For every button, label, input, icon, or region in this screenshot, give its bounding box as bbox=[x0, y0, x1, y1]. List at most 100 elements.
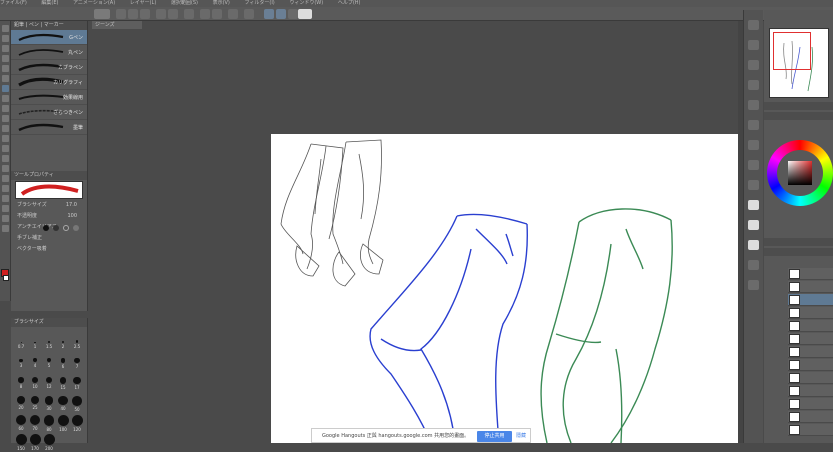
brush-size-cell[interactable]: 2.5 bbox=[70, 339, 84, 353]
text-tool-icon[interactable] bbox=[2, 205, 9, 212]
airbrush-tool-icon[interactable] bbox=[2, 115, 9, 122]
opacity-value[interactable]: 100 bbox=[67, 211, 77, 222]
brush-size-cell[interactable]: 2 bbox=[56, 339, 70, 353]
brush-item-calligraphy[interactable]: カリグラフィ bbox=[11, 75, 87, 90]
layer-icon[interactable] bbox=[748, 280, 759, 290]
eraser-tool-icon[interactable] bbox=[2, 135, 9, 142]
layer-item[interactable] bbox=[788, 320, 833, 332]
approximate-color-icon[interactable] bbox=[748, 220, 759, 230]
decoration-tool-icon[interactable] bbox=[2, 125, 9, 132]
redo-icon[interactable] bbox=[168, 9, 178, 19]
layer-item[interactable] bbox=[788, 398, 833, 410]
app-icon[interactable] bbox=[94, 9, 110, 19]
menu-selection[interactable]: 選択範囲(S) bbox=[171, 0, 198, 7]
brush-size-cell[interactable]: 30 bbox=[42, 396, 56, 410]
layer-item-selected[interactable] bbox=[788, 294, 833, 306]
ruler-tool-icon[interactable] bbox=[2, 195, 9, 202]
layer-item[interactable] bbox=[788, 281, 833, 293]
brush-size-cell[interactable]: 1 bbox=[28, 339, 42, 353]
layer-item[interactable] bbox=[788, 268, 833, 280]
stop-sharing-button[interactable]: 停止共用 bbox=[477, 431, 512, 442]
display-icon[interactable] bbox=[298, 9, 312, 19]
color-wheel[interactable] bbox=[767, 140, 833, 206]
sub-color-swatch[interactable] bbox=[3, 275, 9, 281]
menu-layer[interactable]: レイヤー(L) bbox=[130, 0, 157, 7]
layer-item[interactable] bbox=[788, 359, 833, 371]
gradient-tool-icon[interactable] bbox=[2, 165, 9, 172]
brush-size-cell[interactable]: 0.7 bbox=[14, 339, 28, 353]
navigator-controls[interactable] bbox=[764, 102, 833, 110]
blend-tool-icon[interactable] bbox=[2, 145, 9, 152]
menu-window[interactable]: ウィンドウ(W) bbox=[289, 0, 323, 7]
menu-filter[interactable]: フィルター(I) bbox=[244, 0, 274, 7]
brush-size-value[interactable]: 17.0 bbox=[66, 200, 77, 211]
layer-item[interactable] bbox=[788, 346, 833, 358]
menu-help[interactable]: ヘルプ(H) bbox=[338, 0, 361, 7]
navigator-preview[interactable] bbox=[769, 28, 829, 98]
hide-button[interactable]: 隱藏 bbox=[516, 431, 526, 442]
brush-size-cell[interactable]: 70 bbox=[28, 415, 42, 431]
history-icon[interactable] bbox=[748, 100, 759, 110]
brush-size-cell[interactable]: 1.5 bbox=[42, 339, 56, 353]
figure-tool-icon[interactable] bbox=[2, 175, 9, 182]
brush-size-cell[interactable]: 80 bbox=[42, 415, 56, 431]
color-saturation-square[interactable] bbox=[788, 161, 812, 185]
brush-size-cell[interactable]: 5 bbox=[42, 358, 56, 372]
navigator-viewport[interactable] bbox=[773, 32, 811, 70]
open-file-icon[interactable] bbox=[128, 9, 138, 19]
layer-item[interactable] bbox=[788, 411, 833, 423]
pen-tool-icon[interactable] bbox=[2, 85, 9, 92]
aa-none-icon[interactable] bbox=[43, 225, 49, 231]
brush-size-cell[interactable]: 200 bbox=[42, 434, 56, 451]
subtool-tabs[interactable]: 鉛筆 | ペン | マーカー bbox=[11, 21, 87, 30]
brush-size-row[interactable]: ブラシサイズ 17.0 bbox=[11, 200, 87, 211]
aa-strong-icon[interactable] bbox=[73, 225, 79, 231]
brush-size-cell[interactable]: 60 bbox=[14, 415, 28, 431]
search-layer-icon[interactable] bbox=[748, 80, 759, 90]
brush-size-cell[interactable]: 10 bbox=[28, 377, 42, 391]
color-slider-icon[interactable] bbox=[748, 160, 759, 170]
menu-view[interactable]: 表示(V) bbox=[213, 0, 230, 7]
brush-size-cell[interactable]: 12 bbox=[42, 377, 56, 391]
brush-item-kabura-pen[interactable]: カブラペン bbox=[11, 60, 87, 75]
balloon-tool-icon[interactable] bbox=[2, 215, 9, 222]
brush-item-rough-pen[interactable]: ざらつきペン bbox=[11, 105, 87, 120]
canvas-paper[interactable] bbox=[271, 134, 739, 444]
lasso-tool-icon[interactable] bbox=[2, 65, 9, 72]
new-file-icon[interactable] bbox=[116, 9, 126, 19]
brush-size-cell[interactable]: 6 bbox=[56, 358, 70, 372]
layer-item[interactable] bbox=[788, 372, 833, 384]
vector-snap-row[interactable]: ベクター吸着 bbox=[11, 244, 87, 255]
brush-size-cell[interactable]: 17 bbox=[70, 377, 84, 391]
layer-item[interactable] bbox=[788, 307, 833, 319]
brush-size-cell[interactable]: 120 bbox=[70, 415, 84, 432]
brush-item-effect-line[interactable]: 効果線用 bbox=[11, 90, 87, 105]
brush-size-cell[interactable]: 7 bbox=[70, 358, 84, 372]
color-set-icon[interactable] bbox=[748, 180, 759, 190]
layer-item[interactable] bbox=[788, 424, 833, 436]
layer-item[interactable] bbox=[788, 385, 833, 397]
layer-item[interactable] bbox=[788, 333, 833, 345]
brush-size-cell[interactable]: 8 bbox=[14, 377, 28, 391]
crop-icon[interactable] bbox=[228, 9, 238, 19]
move-tool-icon[interactable] bbox=[2, 35, 9, 42]
brush-tool-icon[interactable] bbox=[2, 105, 9, 112]
operation-tool-icon[interactable] bbox=[2, 45, 9, 52]
brush-size-cell[interactable]: 25 bbox=[28, 396, 42, 410]
pencil-tool-icon[interactable] bbox=[2, 95, 9, 102]
info-icon[interactable] bbox=[748, 60, 759, 70]
snap-ruler-icon[interactable] bbox=[264, 9, 274, 19]
subview-icon[interactable] bbox=[748, 40, 759, 50]
brush-size-cell[interactable]: 15 bbox=[56, 377, 70, 391]
brush-size-cell[interactable]: 50 bbox=[70, 396, 84, 411]
brush-size-cell[interactable]: 20 bbox=[14, 396, 28, 410]
menu-edit[interactable]: 編集(E) bbox=[41, 0, 58, 7]
opacity-row[interactable]: 不透明度 100 bbox=[11, 211, 87, 222]
aa-weak-icon[interactable] bbox=[53, 225, 59, 231]
antialias-row[interactable]: アンチエイリアス bbox=[11, 222, 87, 233]
layer-property-icon[interactable] bbox=[748, 260, 759, 270]
brush-size-cell[interactable]: 150 bbox=[14, 434, 28, 451]
material-icon[interactable] bbox=[748, 120, 759, 130]
menu-animation[interactable]: アニメーション(A) bbox=[73, 0, 115, 7]
snap-grid-icon[interactable] bbox=[276, 9, 286, 19]
